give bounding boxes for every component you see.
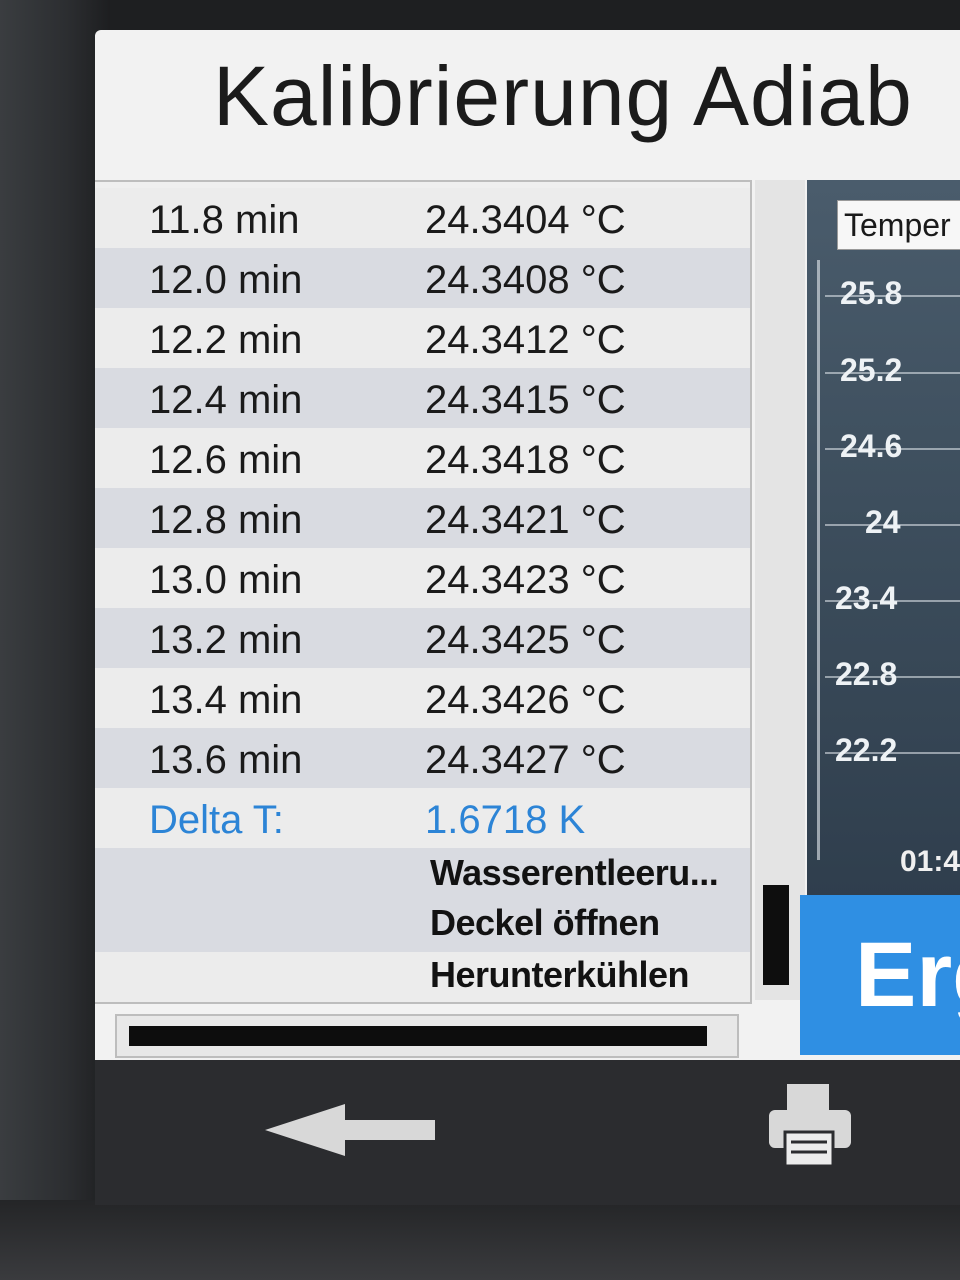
action-row[interactable]: Deckel öffnen <box>95 896 750 952</box>
time-value: 13.0 min <box>149 558 303 602</box>
temperature-value: 24.3415 °C <box>425 378 626 422</box>
y-tick-label: 25.2 <box>840 352 903 388</box>
temperature-value: 24.3421 °C <box>425 498 626 542</box>
list-item[interactable]: 11.8 min 24.3404 °C <box>95 188 750 248</box>
y-tick-label: 22.8 <box>835 656 898 692</box>
y-tick-label: 24 <box>865 504 901 540</box>
y-tick-label: 25.8 <box>840 275 903 311</box>
list-item[interactable]: 12.6 min 24.3418 °C <box>95 428 750 488</box>
progress-fill <box>129 1026 707 1046</box>
list-item[interactable]: 13.2 min 24.3425 °C <box>95 608 750 668</box>
action-row[interactable]: Wasserentleeru... <box>95 848 750 896</box>
temperature-value: 24.3412 °C <box>425 318 626 362</box>
list-item[interactable]: 12.2 min 24.3412 °C <box>95 308 750 368</box>
list-scrollbar[interactable] <box>755 180 805 1000</box>
y-tick-label: 22.2 <box>835 732 898 768</box>
scrollbar-thumb[interactable] <box>763 885 789 985</box>
time-value: 12.8 min <box>149 498 303 542</box>
delta-t-row: Delta T: 1.6718 K <box>95 788 750 848</box>
time-value: 12.2 min <box>149 318 303 362</box>
temperature-value: 24.3404 °C <box>425 198 626 242</box>
temperature-value: 24.3418 °C <box>425 438 626 482</box>
action-row[interactable]: Herunterkühlen <box>95 952 750 1002</box>
time-value: 13.4 min <box>149 678 303 722</box>
temperature-value: 24.3408 °C <box>425 258 626 302</box>
list-item[interactable]: 12.0 min 24.3408 °C <box>95 248 750 308</box>
temperature-value: 24.3425 °C <box>425 618 626 662</box>
list-item[interactable]: 13.4 min 24.3426 °C <box>95 668 750 728</box>
x-axis-time-label: 01:4 <box>900 845 960 878</box>
results-button[interactable]: Erg <box>800 895 960 1055</box>
delta-t-value: 1.6718 K <box>425 798 586 842</box>
time-value: 12.6 min <box>149 438 303 482</box>
temperature-value: 24.3426 °C <box>425 678 626 722</box>
action-herunterkuehlen[interactable]: Herunterkühlen <box>430 954 690 996</box>
device-bezel-top <box>0 0 960 30</box>
time-value: 12.0 min <box>149 258 303 302</box>
time-value: 12.4 min <box>149 378 303 422</box>
chart-y-axis <box>817 260 820 860</box>
list-item[interactable]: 12.8 min 24.3421 °C <box>95 488 750 548</box>
temperature-value: 24.3427 °C <box>425 738 626 782</box>
time-value: 13.6 min <box>149 738 303 782</box>
action-deckel-oeffnen[interactable]: Deckel öffnen <box>430 902 660 944</box>
action-wasserentleerung[interactable]: Wasserentleeru... <box>430 852 719 894</box>
list-item[interactable]: 13.0 min 24.3423 °C <box>95 548 750 608</box>
arrow-left-icon[interactable] <box>265 1100 445 1160</box>
temperature-value: 24.3423 °C <box>425 558 626 602</box>
page-title: Kalibrierung Adiab <box>213 49 913 143</box>
printer-icon[interactable] <box>765 1080 855 1170</box>
chart-legend: Temper <box>837 200 960 250</box>
measurement-list[interactable]: 11.8 min 24.3404 °C 12.0 min 24.3408 °C … <box>95 180 752 1004</box>
time-value: 11.8 min <box>149 198 300 242</box>
time-value: 13.2 min <box>149 618 303 662</box>
screen: Kalibrierung Adiab 11.8 min 24.3404 °C 1… <box>95 30 960 1205</box>
device-bezel-left <box>0 0 110 1280</box>
list-item[interactable]: 12.4 min 24.3415 °C <box>95 368 750 428</box>
progress-bar <box>115 1014 739 1058</box>
y-tick-label: 23.4 <box>835 580 898 616</box>
device-bezel-bottom <box>0 1200 960 1280</box>
delta-t-label: Delta T: <box>149 798 284 842</box>
y-tick-label: 24.6 <box>840 428 903 464</box>
list-item[interactable]: 13.6 min 24.3427 °C <box>95 728 750 788</box>
